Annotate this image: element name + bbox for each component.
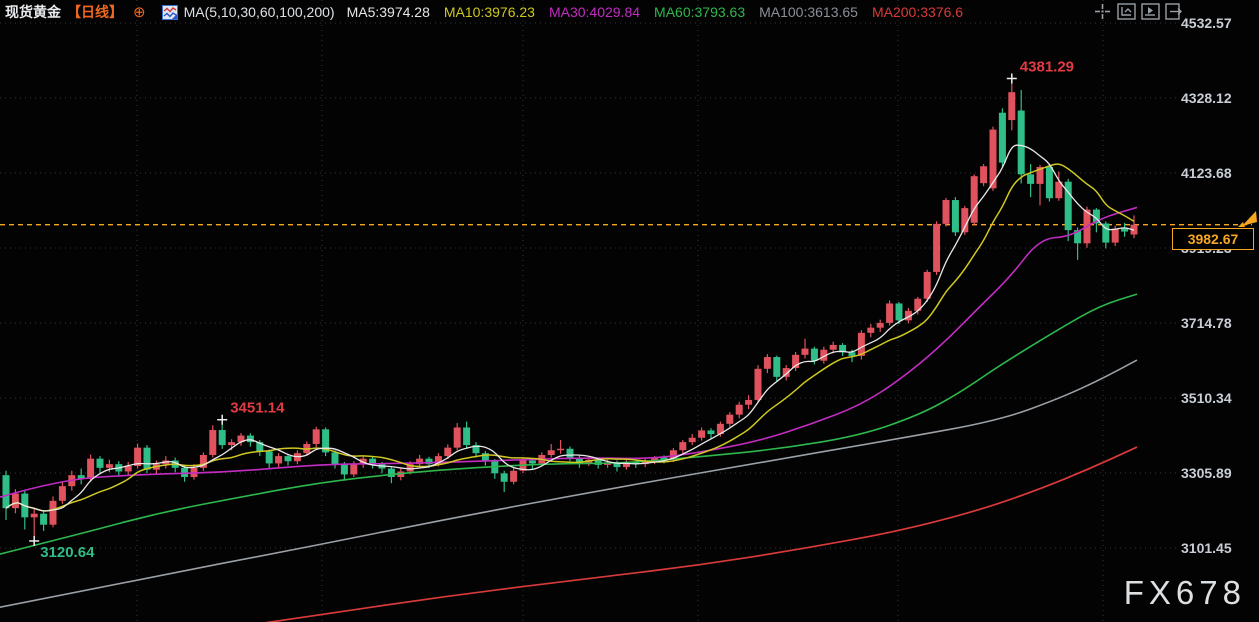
annotation-label: 4381.29	[1020, 58, 1074, 75]
jump-to-latest-icon[interactable]	[1165, 3, 1184, 20]
y-axis-tick-label: 4123.68	[1181, 165, 1232, 181]
add-indicator-icon[interactable]: ⊕	[133, 3, 146, 21]
current-price-label: 3982.67	[1172, 228, 1254, 250]
timeframe-label: 【日线】	[67, 2, 123, 22]
y-axis-tick-label: 3305.89	[1181, 465, 1232, 481]
ma-value-label-ma60: MA60:3793.63	[654, 4, 745, 20]
ma-value-label-ma5: MA5:3974.28	[347, 4, 430, 20]
y-axis-tick-label: 4328.12	[1181, 90, 1232, 106]
y-axis-tick-label: 3714.78	[1181, 315, 1232, 331]
chart-window: 4381.29 3451.14 3120.64 现货黄金 【日线】 ⊕ MA(5,1…	[0, 0, 1259, 622]
ma-params-label: MA(5,10,30,60,100,200)	[184, 4, 335, 20]
crosshair-tool-icon[interactable]	[1093, 3, 1112, 20]
price-alert-arrow-icon	[1236, 206, 1259, 230]
ma-value-label-ma200: MA200:3376.6	[872, 4, 963, 20]
ma-line-ma100	[0, 360, 1137, 607]
y-axis-tick-label: 4532.57	[1181, 15, 1232, 31]
watermark: FX678	[1124, 574, 1246, 612]
candles-layer	[3, 78, 1138, 540]
annotation-label: 3451.14	[230, 400, 285, 417]
annotation-label: 3120.64	[40, 544, 95, 561]
auto-scroll-icon[interactable]	[1141, 3, 1160, 20]
ma-value-label-ma30: MA30:4029.84	[549, 4, 640, 20]
y-axis-tick-label: 3101.45	[1181, 540, 1232, 556]
grid-layer	[0, 0, 1178, 622]
chart-toolbar	[1093, 3, 1184, 20]
symbol-label: 现货黄金	[5, 2, 61, 22]
ma-values: MA5:3974.28 MA10:3976.23 MA30:4029.84 MA60:…	[347, 4, 977, 20]
ma-line-ma60	[0, 294, 1137, 554]
y-axis-tick-label: 3510.34	[1181, 390, 1232, 406]
ma-value-label-ma10: MA10:3976.23	[444, 4, 535, 20]
chart-header: 现货黄金 【日线】 ⊕ MA(5,10,30,60,100,200) MA5:3…	[5, 2, 977, 22]
price-chart[interactable]: 4381.29 3451.14 3120.64	[0, 0, 1259, 622]
ma-value-label-ma100: MA100:3613.65	[759, 4, 858, 20]
ma-legend-chart-icon	[162, 5, 178, 20]
axis-scale-icon[interactable]	[1117, 3, 1136, 20]
